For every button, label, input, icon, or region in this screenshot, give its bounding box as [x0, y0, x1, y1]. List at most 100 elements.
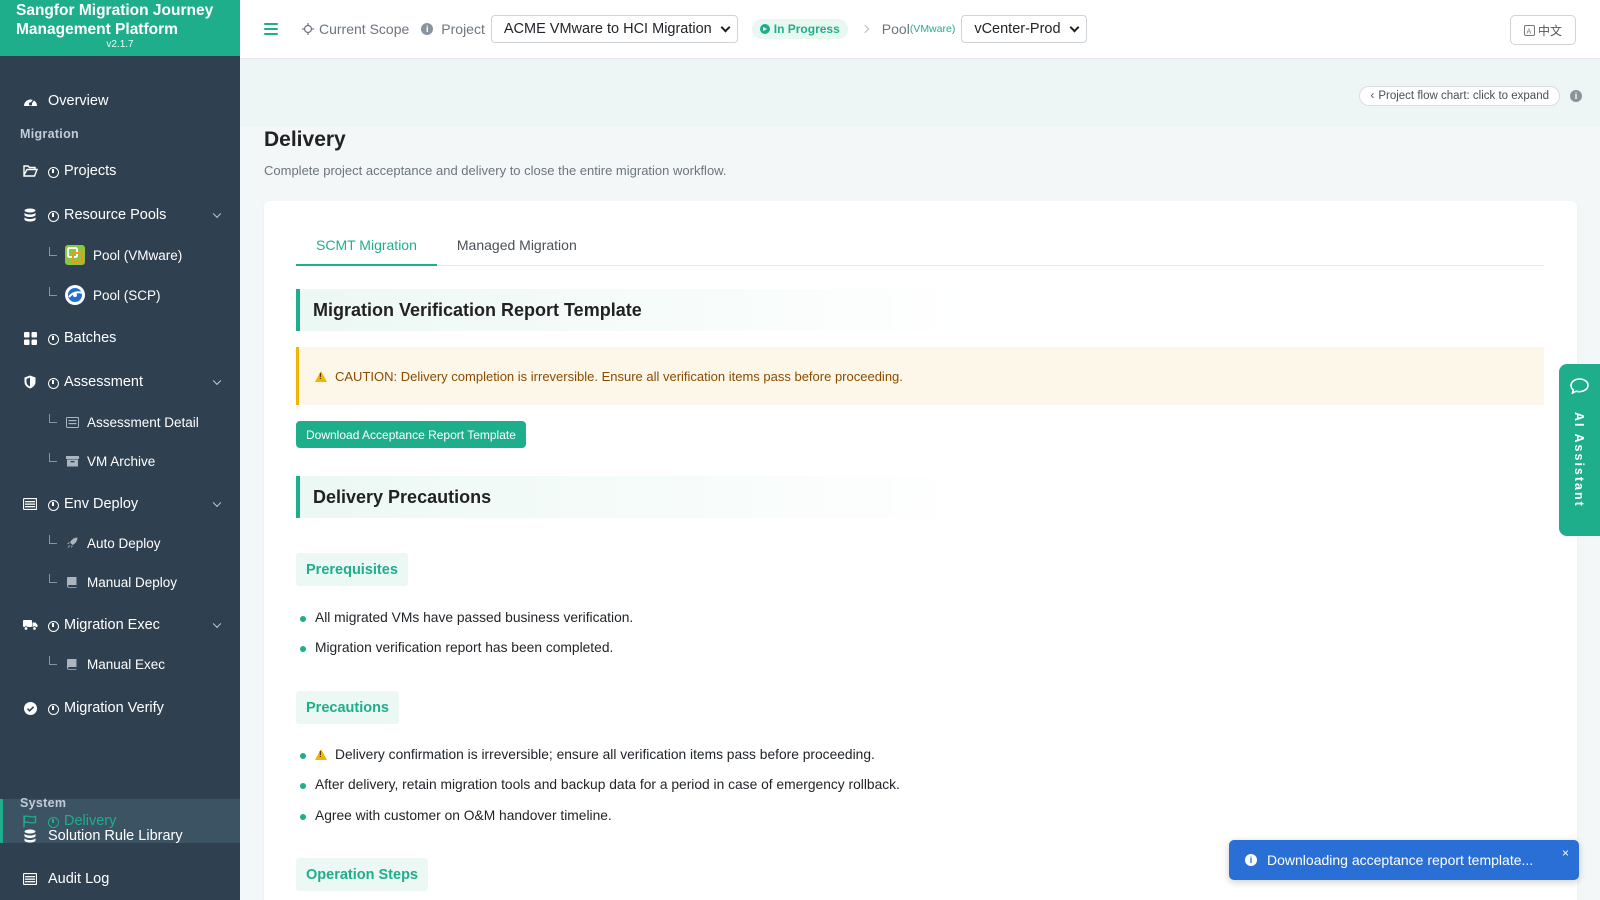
language-toggle-button[interactable]: A 中文 — [1510, 15, 1576, 45]
play-circle-icon — [759, 24, 770, 34]
sidebar-item-resource-pools[interactable]: Resource Pools — [0, 202, 240, 228]
svg-text:A: A — [1526, 27, 1531, 35]
sidebar-item-audit-log[interactable]: Audit Log — [0, 866, 240, 892]
operation-steps-heading: Operation Steps — [296, 858, 428, 891]
sidebar-item-pool-vmware[interactable]: Pool (VMware) — [0, 243, 240, 267]
book-icon — [65, 572, 79, 592]
rocket-icon — [65, 533, 79, 553]
info-circle-icon — [48, 499, 59, 511]
sidebar-item-label: Audit Log — [48, 871, 110, 887]
chevron-down-icon — [212, 619, 222, 629]
tree-line — [49, 286, 57, 296]
list-item-text: Delivery confirmation is irreversible; e… — [335, 747, 875, 762]
sidebar-item-label: Overview — [48, 93, 109, 109]
chevron-down-icon — [212, 209, 222, 219]
book-icon — [65, 654, 79, 674]
grid-icon — [22, 330, 38, 346]
tab-bar: SCMT Migration Managed Migration — [296, 225, 1544, 266]
pool-label: Pool (VMware) — [882, 21, 962, 37]
sidebar-item-manual-deploy[interactable]: Manual Deploy — [0, 571, 240, 593]
truck-icon — [22, 617, 38, 633]
download-toast: i Downloading acceptance report template… — [1229, 840, 1579, 880]
chat-bubble-icon — [1570, 378, 1589, 394]
list-item-text: After delivery, retain migration tools a… — [315, 777, 900, 792]
flow-chart-expand-button[interactable]: ‹ Project flow chart: click to expand — [1359, 86, 1560, 106]
bullet-dot — [300, 814, 306, 820]
sidebar-item-label: Pool (SCP) — [93, 287, 161, 303]
tree-line — [49, 573, 57, 583]
current-scope-label: Current Scope — [302, 21, 409, 37]
sidebar-item-label: Pool (VMware) — [93, 247, 183, 263]
chevron-down-icon — [1069, 22, 1080, 32]
list-item-text: Migration verification report has been c… — [315, 640, 614, 655]
warning-icon — [315, 370, 327, 382]
content-card: SCMT Migration Managed Migration Migrati… — [264, 201, 1577, 900]
download-report-template-button[interactable]: Download Acceptance Report Template — [296, 421, 526, 448]
dashboard-icon — [22, 93, 38, 109]
list-item-text: Agree with customer on O&M handover time… — [315, 808, 612, 823]
sidebar-item-label: Assessment — [64, 374, 143, 390]
sidebar-item-assessment[interactable]: Assessment — [0, 369, 240, 395]
sidebar-item-migration-verify[interactable]: Migration Verify — [0, 695, 240, 721]
info-circle-icon — [48, 210, 59, 222]
log-icon — [22, 871, 38, 887]
ai-assistant-button[interactable]: AI Assistant — [1559, 364, 1600, 536]
tree-line — [49, 452, 57, 462]
list-item: After delivery, retain migration tools a… — [300, 777, 900, 792]
sidebar-item-pool-scp[interactable]: Pool (SCP) — [0, 283, 240, 307]
language-label: 中文 — [1537, 23, 1562, 38]
sidebar-item-label: Projects — [64, 163, 117, 179]
project-select[interactable]: ACME VMware to HCI Migration — [490, 15, 738, 43]
pool-select[interactable]: vCenter-Prod — [961, 15, 1087, 43]
sidebar-item-assessment-detail[interactable]: Assessment Detail — [0, 411, 240, 433]
current-scope-text: Current Scope — [319, 21, 410, 37]
caution-alert: CAUTION: Delivery completion is irrevers… — [296, 347, 1544, 405]
menu-toggle-icon[interactable] — [264, 20, 278, 38]
page-title: Delivery — [264, 128, 346, 151]
folder-open-icon — [22, 163, 38, 179]
scope-info-icon[interactable]: i — [421, 23, 434, 35]
sidebar-item-label: VM Archive — [87, 453, 156, 469]
server-icon — [22, 496, 38, 512]
chevron-down-icon — [212, 498, 222, 508]
list-item-text: All migrated VMs have passed business ve… — [315, 610, 634, 625]
topbar: Current Scope i Project ACME VMware to H… — [240, 0, 1600, 59]
bullet-dot — [300, 783, 306, 789]
sidebar-item-label: Resource Pools — [64, 207, 167, 223]
sidebar-item-migration-exec[interactable]: Migration Exec — [0, 612, 240, 638]
ai-assistant-label: AI Assistant — [1572, 412, 1586, 508]
sidebar-item-batches[interactable]: Batches — [0, 325, 240, 351]
tab-scmt-migration[interactable]: SCMT Migration — [296, 225, 437, 266]
sidebar-item-label: Assessment Detail — [87, 414, 199, 430]
shield-icon — [22, 374, 38, 390]
sidebar-item-vm-archive[interactable]: VM Archive — [0, 450, 240, 472]
sidebar-item-label: Env Deploy — [64, 496, 139, 512]
sidebar-item-projects[interactable]: Projects — [0, 158, 240, 184]
project-select-value: ACME VMware to HCI Migration — [503, 21, 712, 37]
page-description: Complete project acceptance and delivery… — [264, 163, 727, 178]
sidebar-item-manual-exec[interactable]: Manual Exec — [0, 653, 240, 675]
bullet-dot — [300, 646, 306, 652]
tab-managed-migration[interactable]: Managed Migration — [437, 225, 597, 266]
report-template-title: Migration Verification Report Template — [296, 289, 976, 331]
brand-header[interactable]: Sangfor Migration Journey Management Pla… — [0, 0, 240, 56]
list-item: Delivery confirmation is irreversible; e… — [300, 747, 875, 762]
info-circle-icon — [48, 333, 59, 345]
brand-title-line1: Sangfor Migration Journey — [16, 2, 214, 19]
close-icon[interactable]: × — [1562, 846, 1569, 860]
sidebar-item-solution-rule-library[interactable]: Solution Rule Library — [0, 823, 240, 849]
sidebar-item-label: Migration Exec — [64, 617, 160, 633]
info-icon[interactable]: i — [1570, 90, 1582, 102]
status-badge: In Progress — [751, 19, 848, 39]
pool-select-value: vCenter-Prod — [974, 21, 1061, 37]
sidebar-item-label: Manual Deploy — [87, 574, 178, 590]
sidebar-item-env-deploy[interactable]: Env Deploy — [0, 491, 240, 517]
project-label: Project — [441, 21, 485, 37]
sidebar-item-overview[interactable]: Overview — [0, 88, 240, 114]
archive-icon — [65, 451, 79, 471]
tree-line — [49, 534, 57, 544]
info-circle-icon — [48, 377, 59, 389]
status-text: In Progress — [773, 22, 840, 36]
flow-bar: ‹ Project flow chart: click to expand i — [240, 59, 1600, 127]
sidebar-item-auto-deploy[interactable]: Auto Deploy — [0, 532, 240, 554]
